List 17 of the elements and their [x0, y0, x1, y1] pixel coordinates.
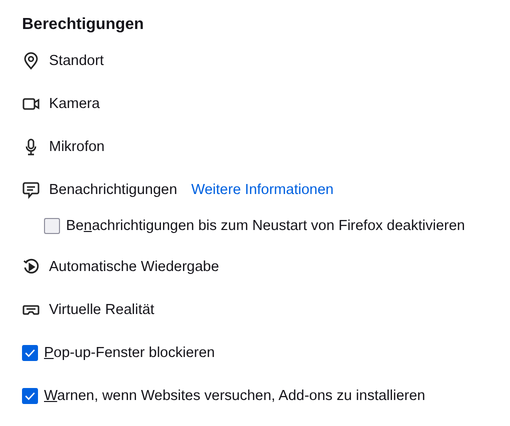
permission-label: Automatische Wiedergabe [49, 259, 220, 275]
location-pin-icon [22, 52, 40, 70]
checkbox[interactable] [22, 388, 38, 404]
checkbox-label: Pop-up-Fenster blockieren [44, 345, 215, 361]
permission-label: Mikrofon [49, 139, 105, 155]
permission-label: Kamera [49, 96, 100, 112]
message-icon [22, 181, 40, 199]
permission-label: Virtuelle Realität [49, 302, 154, 318]
permission-label: Benachrichtigungen [49, 182, 178, 198]
learn-more-link[interactable]: Weitere Informationen [191, 182, 334, 198]
checkbox[interactable] [44, 218, 60, 234]
checkbox-label: Warnen, wenn Websites versuchen, Add-ons zu installieren [44, 388, 426, 404]
permission-label: Standort [49, 53, 104, 69]
checkbox[interactable] [22, 345, 38, 361]
checkbox-label: Benachrichtigungen bis zum Neustart von Firefox deaktivieren [66, 218, 465, 234]
section-heading: Berechtigungen [22, 15, 145, 35]
autoplay-icon [22, 258, 40, 276]
